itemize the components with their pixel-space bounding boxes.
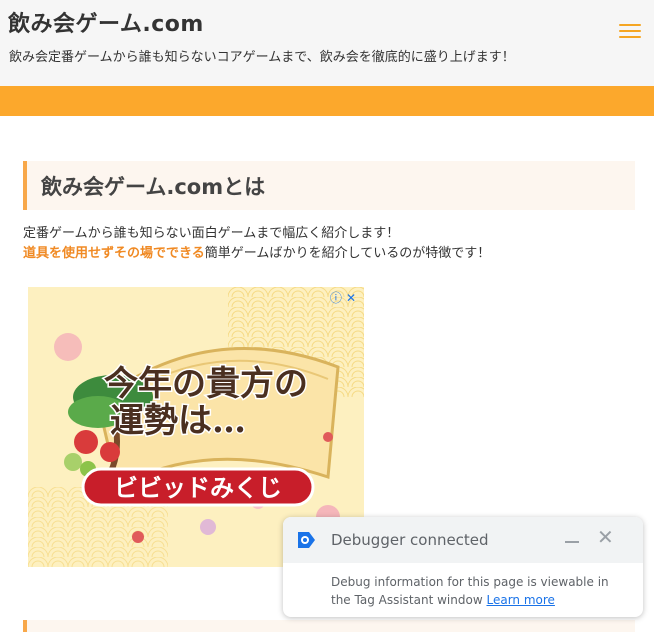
learn-more-link[interactable]: Learn more [486, 593, 554, 607]
close-icon[interactable]: ✕ [597, 527, 614, 547]
ad-info-icon[interactable]: ⓘ [330, 291, 346, 305]
section-heading: 飲み会ゲーム.comとは [23, 161, 635, 210]
site-header: 飲み会ゲーム.com 飲み会定番ゲームから誰も知らないコアゲームまで、飲み会を徹… [0, 0, 654, 86]
ad-close-icon[interactable]: ✕ [346, 291, 360, 305]
debugger-header: Debugger connected ✕ [283, 517, 643, 563]
intro-text-rest: 簡単ゲームばかりを紹介しているのが特徴です！ [204, 246, 491, 261]
debugger-title: Debugger connected [331, 531, 489, 549]
ad-badge[interactable]: ⓘ✕ [330, 289, 360, 306]
ad-headline-line1: 今年の貴方の [104, 364, 308, 404]
debugger-message: Debug information for this page is viewa… [331, 573, 631, 609]
site-title[interactable]: 飲み会ゲーム.com [8, 6, 204, 38]
hamburger-menu-icon[interactable] [619, 24, 641, 40]
intro-text-line2: 道具を使用せずその場でできる簡単ゲームばかりを紹介しているのが特徴です！ [23, 242, 490, 261]
header-accent-band [0, 86, 654, 116]
ad-headline-line2: 運勢は… [110, 401, 246, 441]
site-description: 飲み会定番ゲームから誰も知らないコアゲームまで、飲み会を徹底的に盛り上げます！ [9, 50, 515, 65]
debugger-body-text: Debug information for this page is viewa… [331, 575, 609, 607]
section-heading-text: 飲み会ゲーム.comとは [41, 175, 266, 199]
next-section-heading [23, 620, 635, 632]
tag-assistant-debugger-popup[interactable]: Debugger connected ✕ Debug information f… [283, 517, 643, 617]
ad-banner-text: ビビッドみくじ [114, 474, 282, 502]
intro-text-line1: 定番ゲームから誰も知らない面白ゲームまで幅広く紹介します！ [23, 226, 400, 241]
tag-assistant-icon [298, 532, 315, 548]
minimize-icon[interactable] [565, 541, 579, 543]
intro-highlight: 道具を使用せずその場でできる [23, 246, 205, 261]
